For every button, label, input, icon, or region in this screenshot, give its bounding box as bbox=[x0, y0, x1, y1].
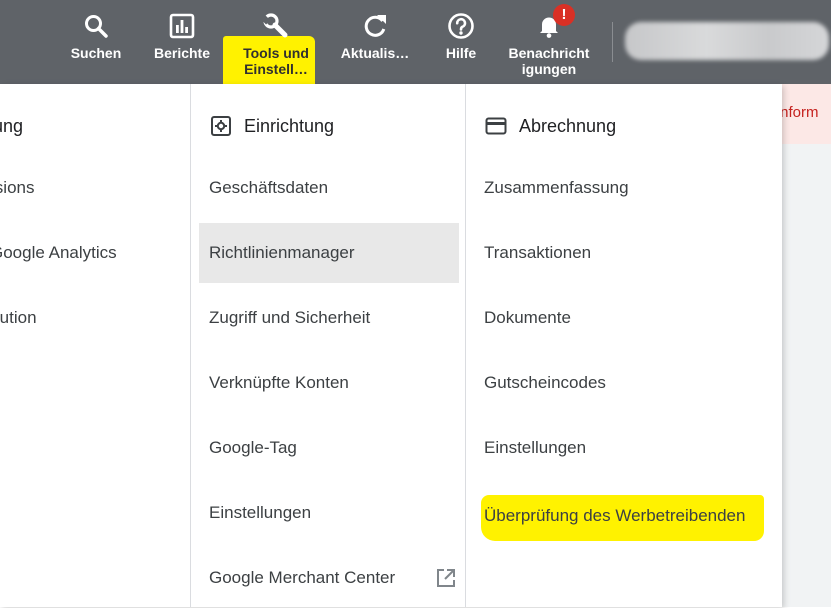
menu-item-advertiser-verification[interactable]: Überprüfung des Werbetreibenden bbox=[474, 486, 774, 546]
help-button-label: Hilfe bbox=[445, 45, 477, 61]
menu-item-policy-manager[interactable]: Richtlinienmanager bbox=[199, 223, 459, 283]
account-info-redacted[interactable] bbox=[625, 22, 829, 60]
page-background bbox=[782, 144, 831, 607]
menu-item-google-analytics[interactable]: Google Analytics bbox=[0, 223, 117, 283]
help-icon bbox=[447, 12, 475, 40]
menu-item-billing-settings[interactable]: Einstellungen bbox=[474, 418, 774, 478]
external-link-icon bbox=[435, 567, 457, 589]
reports-button-label: Berichte bbox=[153, 45, 211, 61]
menu-item-merchant-center[interactable]: Google Merchant Center bbox=[199, 548, 459, 608]
search-button[interactable]: Suchen bbox=[64, 0, 128, 84]
menu-item-conversions[interactable]: Conversions bbox=[0, 158, 35, 218]
menu-item-transactions[interactable]: Transaktionen bbox=[474, 223, 774, 283]
help-button[interactable]: Hilfe bbox=[436, 0, 486, 84]
search-button-label: Suchen bbox=[70, 45, 122, 61]
menu-column-measurement: Messung Conversions Google Analytics Att… bbox=[0, 84, 190, 607]
bar-chart-icon bbox=[168, 12, 196, 40]
notifications-label-line2: igungen bbox=[521, 61, 577, 77]
topbar-divider bbox=[612, 22, 613, 62]
menu-column-billing: Abrechnung Zusammenfassung Transaktionen… bbox=[465, 84, 783, 607]
notification-badge: ! bbox=[553, 4, 575, 26]
search-icon bbox=[82, 12, 110, 40]
page-alert-banner: Inform bbox=[776, 84, 831, 144]
menu-item-summary[interactable]: Zusammenfassung bbox=[474, 158, 774, 218]
menu-item-google-tag[interactable]: Google-Tag bbox=[199, 418, 459, 478]
credit-card-icon bbox=[485, 115, 507, 137]
top-bar: Suchen Berichte Tools und Einstell… Aktu… bbox=[0, 0, 831, 98]
refresh-button[interactable]: Aktualis… bbox=[336, 0, 414, 84]
menu-item-linked-accounts[interactable]: Verknüpfte Konten bbox=[199, 353, 459, 413]
wrench-icon bbox=[260, 12, 290, 40]
refresh-button-label: Aktualis… bbox=[340, 45, 410, 61]
menu-column-setup: Einrichtung Geschäftsdaten Richtlinienma… bbox=[190, 84, 466, 607]
menu-item-coupon-codes[interactable]: Gutscheincodes bbox=[474, 353, 774, 413]
refresh-icon bbox=[361, 12, 389, 40]
tools-settings-dropdown: Messung Conversions Google Analytics Att… bbox=[0, 84, 782, 607]
notifications-button[interactable]: Benachricht igungen bbox=[504, 0, 594, 84]
menu-item-business-data[interactable]: Geschäftsdaten bbox=[199, 158, 459, 218]
column-header-setup: Einrichtung bbox=[244, 115, 335, 136]
tools-label-line1: Tools und bbox=[243, 45, 309, 61]
menu-item-access-security[interactable]: Zugriff und Sicherheit bbox=[199, 288, 459, 348]
reports-button[interactable]: Berichte bbox=[148, 0, 216, 84]
menu-item-setup-settings[interactable]: Einstellungen bbox=[199, 483, 459, 543]
tools-label-line2: Einstell… bbox=[244, 61, 308, 77]
menu-item-documents[interactable]: Dokumente bbox=[474, 288, 774, 348]
notifications-label-line1: Benachricht bbox=[508, 45, 590, 61]
column-header-measurement: Messung bbox=[0, 115, 24, 136]
menu-item-attribution[interactable]: Attribution bbox=[0, 288, 37, 348]
column-header-billing: Abrechnung bbox=[519, 115, 617, 136]
gear-icon bbox=[210, 115, 232, 137]
tools-settings-button[interactable]: Tools und Einstell… bbox=[236, 0, 316, 84]
